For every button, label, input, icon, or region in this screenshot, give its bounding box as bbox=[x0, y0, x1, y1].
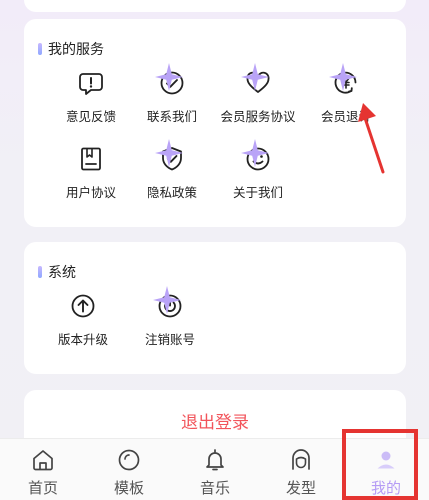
service-item-about[interactable]: 关于我们 bbox=[213, 139, 303, 201]
tab-hairstyle[interactable]: 发型 bbox=[258, 439, 344, 500]
bell-icon bbox=[202, 447, 228, 473]
feedback-icon bbox=[77, 69, 105, 97]
shield-icon bbox=[155, 139, 186, 173]
smile-icon bbox=[241, 139, 272, 173]
tab-label: 我的 bbox=[370, 479, 401, 497]
service-label: 关于我们 bbox=[232, 185, 283, 200]
sparkle-icon bbox=[329, 63, 357, 91]
tab-home[interactable]: 首页 bbox=[0, 439, 86, 500]
document-icon bbox=[77, 145, 105, 173]
sparkle-icon bbox=[155, 63, 183, 91]
tab-template[interactable]: 模板 bbox=[86, 439, 172, 500]
sparkle-icon bbox=[241, 139, 269, 167]
service-label: 隐私政策 bbox=[146, 185, 197, 200]
system-card: 系统 版本升级 注销账号 bbox=[24, 242, 406, 374]
service-item-user-agreement[interactable]: 用户协议 bbox=[46, 145, 136, 201]
contact-icon bbox=[155, 63, 186, 97]
upgrade-icon bbox=[69, 292, 97, 320]
service-label: 用户协议 bbox=[65, 185, 116, 200]
system-title-text: 系统 bbox=[48, 265, 76, 281]
service-item-privacy[interactable]: 隐私政策 bbox=[127, 139, 217, 201]
section-accent-bar bbox=[38, 43, 42, 55]
service-label: 意见反馈 bbox=[65, 109, 116, 124]
power-icon bbox=[153, 286, 184, 320]
service-item-feedback[interactable]: 意见反馈 bbox=[46, 69, 136, 125]
yen-refund-icon bbox=[329, 63, 360, 97]
system-item-delete-account[interactable]: 注销账号 bbox=[125, 286, 215, 348]
tab-label: 首页 bbox=[27, 479, 58, 497]
service-label: 联系我们 bbox=[146, 109, 197, 124]
services-title-text: 我的服务 bbox=[48, 42, 104, 58]
section-accent-bar bbox=[38, 266, 42, 278]
bottom-tab-bar: 首页 模板 音乐 发型 我的 bbox=[0, 438, 429, 500]
service-label: 会员服务协议 bbox=[220, 109, 296, 124]
template-icon bbox=[116, 447, 142, 473]
service-item-contact[interactable]: 联系我们 bbox=[127, 63, 217, 125]
profile-icon bbox=[373, 447, 399, 473]
service-item-member-agreement[interactable]: 会员服务协议 bbox=[213, 63, 303, 125]
services-card: 我的服务 意见反馈 联系我们 会员服务协议 会员退订 用户协议 隐私政策 关于我… bbox=[24, 19, 406, 227]
tab-label: 音乐 bbox=[199, 479, 230, 497]
system-label: 注销账号 bbox=[144, 332, 195, 347]
tab-label: 模板 bbox=[113, 479, 144, 497]
home-icon bbox=[30, 447, 56, 473]
tab-label: 发型 bbox=[285, 479, 316, 497]
sparkle-icon bbox=[153, 286, 181, 314]
system-item-upgrade[interactable]: 版本升级 bbox=[38, 292, 128, 348]
sparkle-icon bbox=[241, 63, 269, 91]
tab-music[interactable]: 音乐 bbox=[172, 439, 258, 500]
hairstyle-icon bbox=[288, 447, 314, 473]
tab-profile[interactable]: 我的 bbox=[343, 439, 429, 500]
system-section-title: 系统 bbox=[38, 262, 76, 282]
annotation-arrow-icon bbox=[358, 103, 385, 174]
services-section-title: 我的服务 bbox=[38, 39, 104, 59]
system-label: 版本升级 bbox=[57, 332, 108, 347]
heart-agreement-icon bbox=[241, 63, 272, 97]
sparkle-icon bbox=[155, 139, 183, 167]
top-card bbox=[24, 0, 406, 12]
